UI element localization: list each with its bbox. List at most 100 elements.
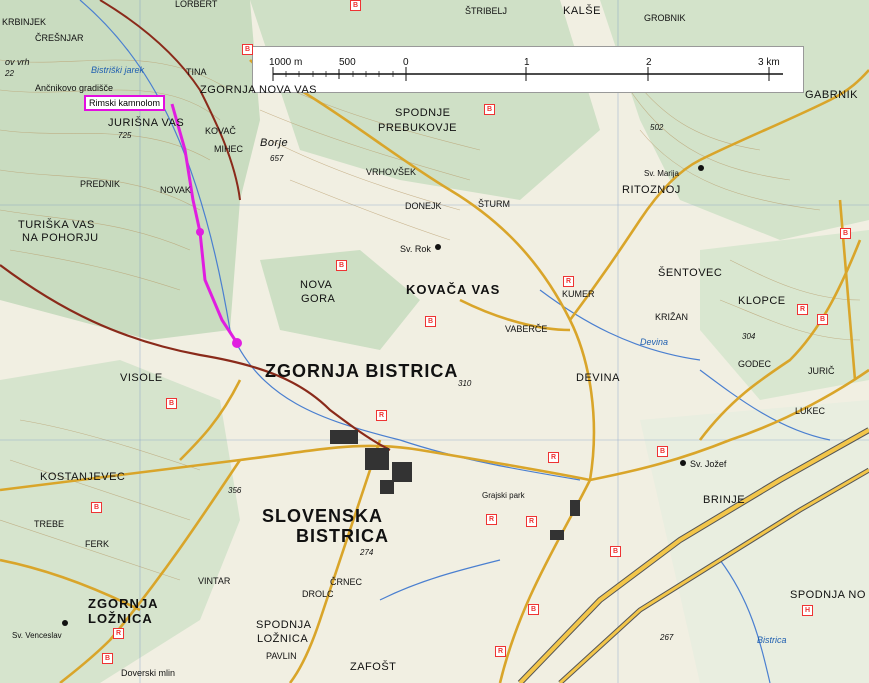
restaurant-icon[interactable]: R [797, 304, 808, 315]
place-label: Doverski mlin [121, 668, 176, 678]
restaurant-icon[interactable]: R [563, 276, 574, 287]
place-label: LORBERT [175, 0, 218, 9]
place-label: RITOZNOJ [622, 184, 681, 196]
accommodation-icon[interactable]: B [484, 104, 495, 115]
place-label: LUKEC [795, 406, 826, 416]
elevation-label: 304 [742, 332, 756, 341]
place-label: VABERČE [505, 324, 548, 334]
place-label: PAVLIN [266, 651, 297, 661]
accommodation-icon[interactable]: B [242, 44, 253, 55]
scale-tick-3km: 3 km [758, 57, 780, 68]
place-label: ZGORNJA [88, 596, 159, 611]
place-label: ZGORNJA NOVA VAS [200, 84, 318, 96]
place-label: Sv. Jožef [690, 459, 727, 469]
place-label: VRHOVŠEK [366, 167, 417, 177]
restaurant-icon[interactable]: R [526, 516, 537, 527]
church-icon [698, 165, 704, 171]
place-label: TURIŠKA VAS [18, 219, 95, 231]
restaurant-icon[interactable]: R [113, 628, 124, 639]
church-icon [62, 620, 68, 626]
place-label: KALŠE [563, 5, 601, 17]
scale-bar-graphic [272, 67, 783, 81]
place-label: KRIŽAN [655, 312, 689, 322]
scale-tick-500: 500 [339, 57, 356, 68]
place-label: KOSTANJEVEC [40, 471, 126, 483]
place-label: GORA [301, 293, 336, 305]
place-label: Borje [260, 137, 289, 149]
place-label: LOŽNICA [88, 611, 153, 626]
elevation-label: 657 [270, 154, 284, 163]
scale-tick-0: 0 [403, 57, 409, 68]
church-icon [435, 244, 441, 250]
place-label: KLOPCE [738, 295, 786, 307]
place-label: KUMER [562, 289, 595, 299]
accommodation-icon[interactable]: B [166, 398, 177, 409]
accommodation-icon[interactable]: B [336, 260, 347, 271]
restaurant-icon[interactable]: R [376, 410, 387, 421]
place-label: JURIČ [808, 366, 835, 376]
place-label: ZAFOŠT [350, 661, 397, 673]
place-label: ŠTURM [478, 199, 510, 209]
place-label: PREBUKOVJE [378, 122, 457, 134]
place-label: SPODNJA [256, 619, 312, 631]
place-label: ŠENTOVEC [658, 267, 723, 279]
place-label: VINTAR [198, 576, 231, 586]
accommodation-icon[interactable]: B [350, 0, 361, 11]
accommodation-icon[interactable]: B [817, 314, 828, 325]
place-label: ČREŠNJAR [35, 33, 84, 43]
place-label: NOVAK [160, 185, 191, 195]
church-icon [680, 460, 686, 466]
elevation-label: 356 [228, 486, 242, 495]
restaurant-icon[interactable]: R [495, 646, 506, 657]
place-label: BISTRICA [296, 526, 389, 546]
place-label: JURIŠNA VAS [108, 117, 185, 129]
scale-tick-2: 2 [646, 57, 652, 68]
place-label: ŠTRIBELJ [465, 6, 508, 16]
place-label: Grajski park [482, 491, 525, 500]
place-label: SPODNJA NO [790, 589, 866, 601]
place-label: ov vrh [5, 57, 30, 67]
place-label: MIHEC [214, 144, 243, 154]
accommodation-icon[interactable]: B [840, 228, 851, 239]
elevation-label: 502 [650, 123, 664, 132]
place-label: PREDNIK [80, 179, 121, 189]
highlighted-destination-label[interactable]: Rimski kamnolom [84, 95, 166, 111]
scale-bar: 1000 m 500 0 1 2 3 km [252, 46, 804, 93]
place-label: GROBNIK [644, 13, 686, 23]
elevation-label: 267 [660, 633, 674, 642]
place-label: GODEC [738, 359, 772, 369]
place-label: TINA [186, 67, 207, 77]
restaurant-icon[interactable]: R [548, 452, 559, 463]
accommodation-icon[interactable]: B [91, 502, 102, 513]
hospital-icon[interactable]: H [802, 605, 813, 616]
river-label: Bistriški jarek [91, 65, 145, 75]
river-label: Devina [640, 337, 669, 347]
restaurant-icon[interactable]: R [486, 514, 497, 525]
elevation-label: 725 [118, 131, 132, 140]
place-label: VISOLE [120, 372, 163, 384]
place-label: Sv. Venceslav [12, 631, 62, 640]
elevation-label: 22 [5, 69, 14, 78]
place-label: Ančnikovo gradišče [35, 83, 114, 93]
accommodation-icon[interactable]: B [528, 604, 539, 615]
place-label: SLOVENSKA [262, 506, 384, 526]
place-label: Sv. Rok [400, 244, 431, 254]
place-label: DONEJK [405, 201, 442, 211]
place-label: KOVAČA VAS [406, 282, 501, 297]
place-label: ČRNEC [330, 577, 363, 587]
place-label: KRBINJEK [2, 17, 47, 27]
accommodation-icon[interactable]: B [610, 546, 621, 557]
topographic-map[interactable]: 1000 m 500 0 1 2 3 km Rimski kamnolom KR… [0, 0, 869, 683]
place-label: ZGORNJA BISTRICA [265, 361, 459, 381]
scale-tick-1000m: 1000 m [269, 57, 303, 68]
river-label: Bistrica [757, 635, 787, 645]
place-label: DEVINA [576, 372, 620, 384]
place-label: SPODNJE [395, 107, 451, 119]
place-label: NOVA [300, 279, 333, 291]
accommodation-icon[interactable]: B [657, 446, 668, 457]
accommodation-icon[interactable]: B [425, 316, 436, 327]
place-label: LOŽNICA [257, 633, 309, 645]
accommodation-icon[interactable]: B [102, 653, 113, 664]
elevation-label: 310 [458, 379, 472, 388]
place-label: KOVAČ [205, 126, 236, 136]
